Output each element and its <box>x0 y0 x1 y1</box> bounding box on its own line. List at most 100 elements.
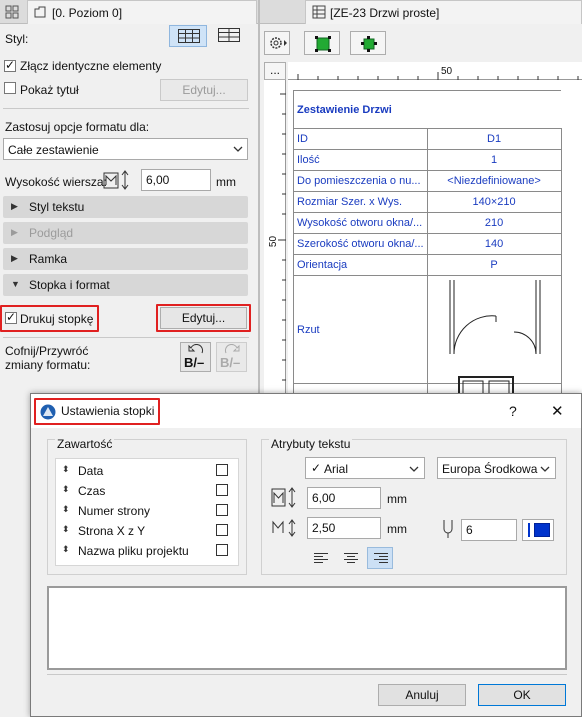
content-group-label: Zawartość <box>55 437 115 451</box>
letter-spacing-input[interactable]: 2,50 <box>307 517 381 539</box>
help-button[interactable]: ? <box>509 403 517 419</box>
font-value: Arial <box>324 462 349 476</box>
gear-icon <box>270 37 287 49</box>
item-checkbox[interactable] <box>216 524 228 536</box>
tab-level-0[interactable]: [0. Poziom 0] <box>27 0 257 24</box>
show-title-label: Pokaż tytuł <box>20 83 79 97</box>
drag-handle-icon[interactable]: ⬍ <box>62 464 70 475</box>
pen-number-input[interactable]: 6 <box>461 519 517 541</box>
chevron-down-icon <box>409 466 419 472</box>
list-item[interactable]: ⬍ Czas <box>60 481 236 501</box>
table-row[interactable]: Ilość 1 <box>293 149 562 171</box>
ok-button[interactable]: OK <box>478 684 566 706</box>
show-title-checkbox[interactable] <box>4 82 16 97</box>
table-cell-key: Ilość <box>293 149 428 171</box>
check-icon: ✓ <box>311 461 322 475</box>
table-cell-value: 210 <box>426 212 562 234</box>
list-item[interactable]: ⬍ Strona X z Y <box>60 521 236 541</box>
cancel-button[interactable]: Anuluj <box>378 684 466 706</box>
drag-handle-icon[interactable]: ⬍ <box>62 484 70 495</box>
encoding-select[interactable]: Europa Środkowa <box>437 457 556 479</box>
letter-spacing-icon <box>272 519 296 537</box>
merge-label: Złącz identyczne elementy <box>20 59 162 73</box>
pen-color-button[interactable] <box>522 519 554 541</box>
table-cell-key: Orientacja <box>293 254 428 276</box>
drag-handle-icon[interactable]: ⬍ <box>62 524 70 535</box>
close-button[interactable]: ✕ <box>551 402 564 420</box>
style-grid-button-active[interactable] <box>169 25 207 47</box>
list-item-label: Czas <box>78 484 106 498</box>
tab-title: [ZE-23 Drzwi proste] <box>330 6 440 20</box>
table-row[interactable]: Szerokość otworu okna/... 140 <box>293 233 562 255</box>
align-right-button[interactable] <box>367 547 393 569</box>
schedule-table: Zestawienie Drzwi ID D1 Ilość 1 Do pomiesz… <box>293 90 562 414</box>
align-center-button[interactable] <box>337 547 363 569</box>
item-checkbox[interactable] <box>216 464 228 476</box>
text-height-unit: mm <box>387 492 407 506</box>
apply-format-value: Całe zestawienie <box>8 143 99 157</box>
drag-handle-icon[interactable]: ⬍ <box>62 504 70 515</box>
drag-handle-icon[interactable]: ⬍ <box>62 544 70 555</box>
door-plan-symbol <box>449 280 541 355</box>
divider <box>3 108 249 109</box>
table-cell-value: D1 <box>426 128 562 150</box>
select-highlight-button[interactable] <box>350 31 386 55</box>
item-checkbox[interactable] <box>216 544 228 556</box>
chevron-right-icon: ▶ <box>11 253 18 263</box>
list-item[interactable]: ⬍ Nazwa pliku projektu <box>60 541 236 561</box>
row-height-unit: mm <box>216 175 236 189</box>
table-row[interactable]: ID D1 <box>293 128 562 150</box>
section-frame[interactable]: ▶ Ramka <box>3 248 248 270</box>
align-left-button[interactable] <box>307 547 333 569</box>
section-label: Podgląd <box>29 226 74 240</box>
item-checkbox[interactable] <box>216 504 228 516</box>
font-select[interactable]: ✓ Arial <box>305 457 425 479</box>
dialog-title: Ustawienia stopki <box>61 404 155 418</box>
edit-title-button[interactable]: Edytuj... <box>160 79 248 101</box>
section-text-style[interactable]: ▶ Styl tekstu <box>3 196 248 218</box>
settings-button[interactable] <box>264 31 290 55</box>
print-footer-checkbox[interactable]: ✓ <box>5 310 17 327</box>
encoding-value: Europa Środkowa <box>442 462 538 476</box>
undo-format-button[interactable]: B/– <box>180 342 211 372</box>
chevron-right-icon: ▶ <box>11 227 18 237</box>
edit-footer-button[interactable]: Edytuj... <box>160 307 247 329</box>
list-item-label: Strona X z Y <box>78 524 146 538</box>
undo-format-label-1: Cofnij/Przywróć <box>5 344 89 358</box>
redo-format-button[interactable]: B/– <box>216 342 247 372</box>
select-all-button[interactable] <box>304 31 340 55</box>
tab-title: [0. Poziom 0] <box>52 6 123 20</box>
pen-color-swatch <box>534 523 550 537</box>
row-height-input[interactable]: 6,00 <box>141 169 211 191</box>
redo-format-glyph: B/– <box>220 355 241 370</box>
align-right-icon <box>374 553 388 563</box>
app-logo-icon <box>40 404 56 420</box>
table-row[interactable]: Rozmiar Szer. x Wys. 140×210 <box>293 191 562 213</box>
list-item[interactable]: ⬍ Numer strony <box>60 501 236 521</box>
undo-format-label-2: zmiany formatu: <box>5 358 91 372</box>
table-row[interactable]: Do pomieszczenia o nu... <Niezdefiniowane… <box>293 170 562 192</box>
text-attributes-label: Atrybuty tekstu <box>269 437 353 451</box>
section-footer-format[interactable]: ▼ Stopka i format <box>3 274 248 296</box>
tab-schedule[interactable]: [ZE-23 Drzwi proste] <box>305 0 582 24</box>
table-row[interactable]: Wysokość otworu okna/... 210 <box>293 212 562 234</box>
item-checkbox[interactable] <box>216 484 228 496</box>
section-preview[interactable]: ▶ Podgląd <box>3 222 248 244</box>
style-grid-button[interactable] <box>211 25 247 47</box>
row-height-icon <box>103 170 129 190</box>
align-left-icon <box>314 553 328 563</box>
list-item[interactable]: ⬍ Data <box>60 461 236 481</box>
undo-arrow-icon <box>188 344 204 354</box>
letter-spacing-unit: mm <box>387 522 407 536</box>
grid-view-icon[interactable] <box>5 5 19 19</box>
merge-checkbox[interactable]: ✓ <box>4 58 16 73</box>
chevron-down-icon <box>233 146 243 152</box>
text-height-input[interactable]: 6,00 <box>307 487 381 509</box>
apply-format-select[interactable]: Całe zestawienie <box>3 138 248 160</box>
table-cell-value: 1 <box>426 149 562 171</box>
table-cell-value: 140 <box>426 233 562 255</box>
ruler-menu-button[interactable]: ... <box>264 62 286 80</box>
undo-format-glyph: B/– <box>184 355 205 370</box>
apply-format-label: Zastosuj opcje formatu dla: <box>5 120 150 134</box>
section-label: Stopka i format <box>29 278 110 292</box>
